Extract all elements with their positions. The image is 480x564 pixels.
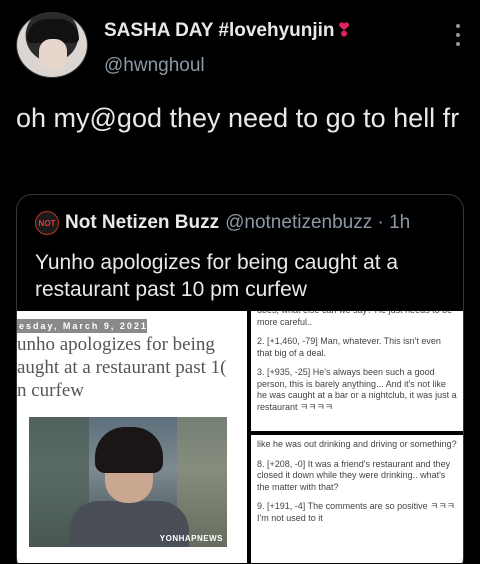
tweet-header: SASHA DAY #lovehyunjin ❣ @hwnghoul [16, 10, 464, 80]
article-title: unho apologizes for being aught at a res… [17, 333, 247, 402]
quoted-handle-time: @notnetizenbuzz · 1h [225, 212, 411, 233]
tweet-text: oh my@god they need to go to hell fr [16, 103, 460, 133]
article-screenshot: esday, March 9, 2021 unho apologizes for… [17, 311, 247, 563]
article-title-line: unho apologizes for being [17, 334, 215, 355]
article-date: esday, March 9, 2021 [17, 319, 147, 333]
avatar[interactable] [16, 12, 88, 78]
comment-text: 2. [+1,460, -79] Man, whatever. This isn… [257, 336, 441, 358]
comment-text: like he was out drinking and driving or … [257, 439, 457, 449]
comment-text: 8. [+208, -0] It was a friend's restaura… [257, 458, 451, 492]
quoted-display-name[interactable]: Not Netizen Buzz [65, 212, 219, 234]
comments-screenshot-top: does, what else can we say? He just need… [251, 311, 463, 431]
article-title-line: n curfew [17, 380, 84, 401]
article-photo: YONHAPNEWS [29, 417, 227, 547]
display-name-text: SASHA DAY #lovehyunjin [104, 20, 335, 41]
user-handle[interactable]: @hwnghoul [104, 55, 205, 77]
comment-text: 3. [+935, -25] He's always been such a g… [257, 367, 457, 412]
quoted-tweet-header: NOT Not Netizen Buzz @notnetizenbuzz · 1… [35, 211, 410, 235]
avatar-face [39, 39, 67, 69]
display-name[interactable]: SASHA DAY #lovehyunjin ❣ [104, 20, 352, 42]
quoted-avatar[interactable]: NOT [35, 211, 59, 235]
more-options-icon[interactable] [452, 24, 464, 46]
quoted-tweet-text: Yunho apologizes for being caught at a r… [35, 251, 399, 301]
comments-screenshot-bottom: like he was out drinking and driving or … [251, 435, 463, 563]
comment-text: 9. [+191, -4] The comments are so positi… [257, 501, 456, 523]
photo-watermark: YONHAPNEWS [159, 534, 223, 543]
article-title-line: aught at a restaurant past 1( [17, 357, 227, 378]
quoted-tweet[interactable]: NOT Not Netizen Buzz @notnetizenbuzz · 1… [16, 194, 464, 564]
comment-text: does, what else can we say? He just need… [257, 311, 452, 327]
quoted-media[interactable]: esday, March 9, 2021 unho apologizes for… [17, 311, 463, 564]
heart-icon: ❣ [336, 20, 352, 40]
